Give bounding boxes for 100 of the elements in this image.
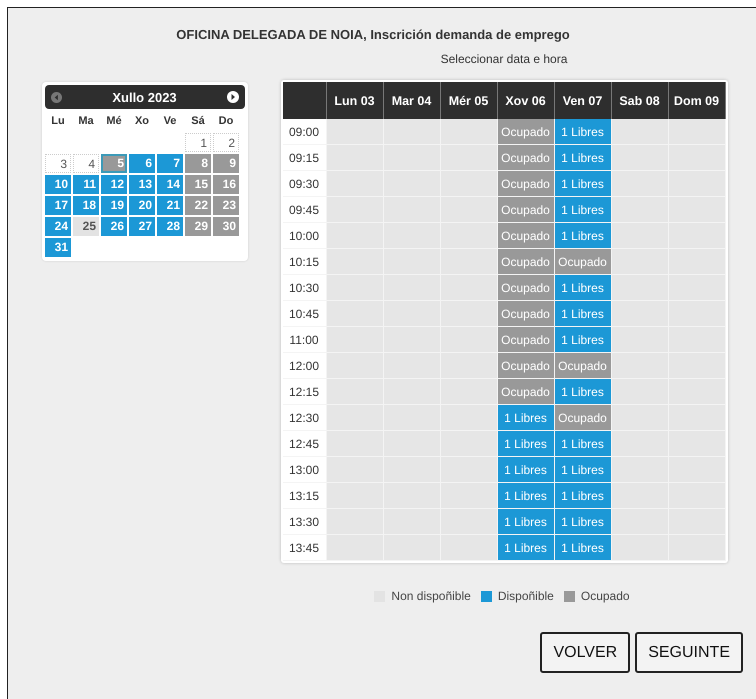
slot-cell[interactable]: 1 Libres xyxy=(498,431,554,457)
slot-cell[interactable]: 1 Libres xyxy=(498,509,554,535)
time-cell: 09:45 xyxy=(282,197,326,223)
table-cell xyxy=(440,119,498,145)
back-button[interactable]: VOLVER xyxy=(540,632,630,673)
table-cell: Ocupado xyxy=(554,249,612,275)
slot-cell[interactable]: 1 Libres xyxy=(554,171,612,197)
time-cell: 10:45 xyxy=(282,301,326,327)
calendar-day[interactable]: 23 xyxy=(213,196,239,215)
time-cell: 10:15 xyxy=(282,249,326,275)
table-cell xyxy=(326,353,384,379)
calendar-day[interactable]: 7 xyxy=(157,154,183,173)
table-cell xyxy=(326,327,384,353)
table-cell xyxy=(440,483,498,509)
slot-cell[interactable]: 1 Libres xyxy=(554,379,612,405)
calendar-day[interactable]: 26 xyxy=(101,217,127,236)
time-cell: 13:15 xyxy=(282,483,326,509)
table-cell xyxy=(612,275,668,301)
calendar-day[interactable]: 17 xyxy=(45,196,71,215)
calendar-day[interactable]: 30 xyxy=(213,217,239,236)
table-cell: Ocupado xyxy=(498,275,554,301)
calendar-day[interactable]: 4 xyxy=(73,154,99,173)
calendar-day[interactable]: 19 xyxy=(101,196,127,215)
table-cell xyxy=(326,275,384,301)
calendar-day[interactable]: 5 xyxy=(101,154,127,173)
calendar-day[interactable]: 22 xyxy=(185,196,211,215)
calendar-day[interactable]: 20 xyxy=(129,196,155,215)
calendar-day[interactable]: 16 xyxy=(213,175,239,194)
calendar-day[interactable]: 25 xyxy=(73,217,99,236)
calendar-day[interactable]: 24 xyxy=(45,217,71,236)
table-cell xyxy=(326,431,384,457)
calendar-day[interactable]: 18 xyxy=(73,196,99,215)
time-cell: 13:45 xyxy=(282,535,326,561)
calendar-day[interactable]: 10 xyxy=(45,175,71,194)
table-cell xyxy=(384,119,440,145)
legend-label: Non dispoñible xyxy=(391,589,471,603)
calendar-day[interactable]: 29 xyxy=(185,217,211,236)
time-cell: 10:00 xyxy=(282,223,326,249)
slot-cell[interactable]: 1 Libres xyxy=(498,535,554,561)
table-cell xyxy=(612,379,668,405)
slot-cell[interactable]: 1 Libres xyxy=(498,405,554,431)
calendar-day[interactable]: 31 xyxy=(45,238,71,257)
table-cell xyxy=(612,249,668,275)
calendar-day[interactable]: 6 xyxy=(129,154,155,173)
table-cell: Ocupado xyxy=(498,145,554,171)
column-header: Ven 07 xyxy=(554,82,612,119)
time-cell: 12:15 xyxy=(282,379,326,405)
next-icon[interactable] xyxy=(227,91,239,103)
slot-cell[interactable]: 1 Libres xyxy=(554,275,612,301)
table-cell xyxy=(440,171,498,197)
table-cell xyxy=(440,509,498,535)
slot-cell[interactable]: 1 Libres xyxy=(554,535,612,561)
calendar-day[interactable]: 15 xyxy=(185,175,211,194)
table-cell xyxy=(440,353,498,379)
slot-cell[interactable]: 1 Libres xyxy=(554,119,612,145)
legend-swatch xyxy=(480,590,492,602)
column-header: Sab 08 xyxy=(612,82,668,119)
slot-cell[interactable]: 1 Libres xyxy=(554,431,612,457)
table-cell xyxy=(612,171,668,197)
calendar-day[interactable]: 14 xyxy=(157,175,183,194)
calendar-day[interactable]: 2 xyxy=(213,133,239,152)
weekday-label: Sá xyxy=(190,114,206,129)
calendar-day[interactable]: 3 xyxy=(45,154,71,173)
table-cell xyxy=(440,249,498,275)
slot-cell[interactable]: 1 Libres xyxy=(554,197,612,223)
table-cell xyxy=(326,145,384,171)
slot-cell[interactable]: 1 Libres xyxy=(554,223,612,249)
slot-cell[interactable]: 1 Libres xyxy=(554,457,612,483)
table-cell xyxy=(326,119,384,145)
slot-cell[interactable]: 1 Libres xyxy=(498,483,554,509)
column-header: Xov 06 xyxy=(498,82,554,119)
calendar-day[interactable]: 13 xyxy=(129,175,155,194)
table-cell: Ocupado xyxy=(498,119,554,145)
slot-cell[interactable]: 1 Libres xyxy=(554,301,612,327)
slot-cell[interactable]: 1 Libres xyxy=(554,145,612,171)
calendar-day[interactable]: 8 xyxy=(185,154,211,173)
calendar-day[interactable]: 28 xyxy=(157,217,183,236)
slot-cell[interactable]: 1 Libres xyxy=(498,457,554,483)
table-cell xyxy=(326,301,384,327)
previous-icon[interactable] xyxy=(51,92,62,102)
calendar-day[interactable]: 27 xyxy=(129,217,155,236)
slot-cell[interactable]: 1 Libres xyxy=(554,509,612,535)
time-cell: 12:30 xyxy=(282,405,326,431)
next-button[interactable]: SEGUINTE xyxy=(635,632,743,673)
legend-label: Ocupado xyxy=(580,589,630,603)
table-cell xyxy=(440,405,498,431)
calendar-day[interactable]: 12 xyxy=(101,175,127,194)
table-cell xyxy=(326,171,384,197)
table-cell xyxy=(440,379,498,405)
slot-cell[interactable]: 1 Libres xyxy=(554,327,612,353)
table-cell xyxy=(612,431,668,457)
table-cell xyxy=(612,457,668,483)
column-header: Mér 05 xyxy=(440,82,498,119)
slot-cell[interactable]: 1 Libres xyxy=(554,483,612,509)
calendar-day[interactable]: 21 xyxy=(157,196,183,215)
weekday-label: Do xyxy=(218,114,234,129)
time-cell: 09:30 xyxy=(282,171,326,197)
calendar-day[interactable]: 1 xyxy=(185,133,211,152)
calendar-day[interactable]: 11 xyxy=(73,175,99,194)
calendar-day[interactable]: 9 xyxy=(213,154,239,173)
